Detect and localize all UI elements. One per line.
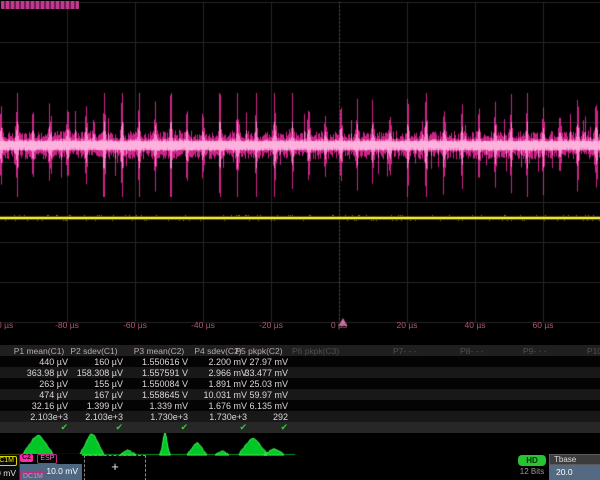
measure-cell: 1.550084 V xyxy=(130,379,188,389)
measure-cell: 167 µV xyxy=(65,390,123,400)
measure-cell: 363.98 µV xyxy=(10,368,68,378)
measure-header-p5[interactable]: P5 pkpk(C2) xyxy=(235,346,282,356)
measure-status-row: ✔✔✔✔✔ xyxy=(0,422,600,433)
oscilloscope-screen: -100 µs -80 µs -60 µs -40 µs -20 µs 0 µs 20 µs… xyxy=(0,0,600,480)
waveform-display xyxy=(0,0,600,334)
measure-cell: 6.135 mV xyxy=(230,401,288,411)
channel-c1-descriptor[interactable]: C1 DC1M 10.0 mV xyxy=(0,454,20,480)
measure-header-p9[interactable]: P9- - - xyxy=(523,346,547,356)
measure-cell: 1.557591 V xyxy=(130,368,188,378)
measure-cell: 1.339 mV xyxy=(130,401,188,411)
measure-cell: 1.550616 V xyxy=(130,357,188,367)
measurement-histicons xyxy=(0,433,600,456)
measure-cell: 158.308 µV xyxy=(65,368,123,378)
timebase-title: Tbase xyxy=(549,454,600,465)
c1-coupling-badge: DC1M xyxy=(0,456,17,466)
measure-cell: 292 xyxy=(230,412,288,422)
c2-esp-badge: ESP xyxy=(37,454,57,464)
measure-header-p8[interactable]: P8- - - xyxy=(460,346,484,356)
measure-header-p1[interactable]: P1 mean(C1) xyxy=(14,346,65,356)
x-axis-label: -100 µs xyxy=(0,320,13,330)
measure-header-p6[interactable]: P6 pkpk(C3) xyxy=(292,346,339,356)
measure-row: 363.98 µV158.308 µV1.557591 V2.966 mV33.… xyxy=(0,367,600,378)
status-check-icon: ✔ xyxy=(130,422,188,433)
measure-cell: 1.558645 V xyxy=(130,390,188,400)
measure-header-p10[interactable]: P10- - - xyxy=(587,346,600,356)
measure-cell: 59.97 mV xyxy=(230,390,288,400)
measure-cell: 33.477 mV xyxy=(230,368,288,378)
c1-scale-value: 10.0 mV xyxy=(0,468,16,478)
x-axis-label: 60 µs xyxy=(533,320,554,330)
measure-row: 263 µV155 µV1.550084 V1.891 mV25.03 mV xyxy=(0,378,600,389)
measure-cell: 25.03 mV xyxy=(230,379,288,389)
measure-cell: 263 µV xyxy=(10,379,68,389)
measure-cell: 1.730e+3 xyxy=(130,412,188,422)
x-axis-labels: -100 µs -80 µs -60 µs -40 µs -20 µs 0 µs 20 µs… xyxy=(0,320,600,333)
measure-row: 32.16 µV1.399 µV1.339 mV1.676 mV6.135 mV xyxy=(0,400,600,411)
x-axis-label: -60 µs xyxy=(123,320,147,330)
hd-mode-badge[interactable]: HD xyxy=(518,455,546,466)
measure-header-p2[interactable]: P2 sdev(C1) xyxy=(70,346,117,356)
measure-row: 474 µV167 µV1.558645 V10.031 mV59.97 mV xyxy=(0,389,600,400)
measure-cell: 155 µV xyxy=(65,379,123,389)
unknown-magenta-label xyxy=(1,1,79,9)
c2-coupling-badge: DC1M xyxy=(20,472,46,480)
status-check-icon: ✔ xyxy=(10,422,68,433)
measure-cell: 2.103e+3 xyxy=(65,412,123,422)
c2-badges: C2 ESP DC1M xyxy=(20,454,82,464)
c2-label-badge: C2 xyxy=(20,454,33,462)
measure-cell: 27.97 mV xyxy=(230,357,288,367)
measure-cell: 474 µV xyxy=(10,390,68,400)
x-axis-label: 40 µs xyxy=(465,320,486,330)
measure-cell: 2.103e+3 xyxy=(10,412,68,422)
measure-table: P1 mean(C1)P2 sdev(C1)P3 mean(C2)P4 sdev… xyxy=(0,345,600,433)
measure-cell: 160 µV xyxy=(65,357,123,367)
measure-header-p7[interactable]: P7- - - xyxy=(393,346,417,356)
timebase-value: 20.0 xyxy=(549,465,600,480)
measure-cell: 32.16 µV xyxy=(10,401,68,411)
measure-header-row: P1 mean(C1)P2 sdev(C1)P3 mean(C2)P4 sdev… xyxy=(0,345,600,356)
c2-scale-value: 10.0 mV xyxy=(46,466,78,476)
x-axis-label: -40 µs xyxy=(191,320,215,330)
x-axis-label: 20 µs xyxy=(397,320,418,330)
x-axis-label: -20 µs xyxy=(259,320,283,330)
status-check-icon: ✔ xyxy=(230,422,288,433)
add-trace-button[interactable]: + xyxy=(84,455,146,480)
status-check-icon: ✔ xyxy=(65,422,123,433)
plus-icon: + xyxy=(111,459,119,474)
timebase-descriptor[interactable]: Tbase 20.0 xyxy=(549,454,600,480)
measure-row: 440 µV160 µV1.550616 V2.200 mV27.97 mV xyxy=(0,356,600,367)
x-axis-label: 0 µs xyxy=(331,320,347,330)
x-axis-label: -80 µs xyxy=(55,320,79,330)
bit-depth-label: 12 Bits xyxy=(512,467,552,476)
measure-row: 2.103e+32.103e+31.730e+31.730e+3292 xyxy=(0,411,600,422)
measure-cell: 440 µV xyxy=(10,357,68,367)
measure-header-p3[interactable]: P3 mean(C2) xyxy=(134,346,185,356)
measure-cell: 1.399 µV xyxy=(65,401,123,411)
channel-c2-descriptor[interactable]: C2 ESP DC1M 10.0 mV xyxy=(20,454,82,480)
